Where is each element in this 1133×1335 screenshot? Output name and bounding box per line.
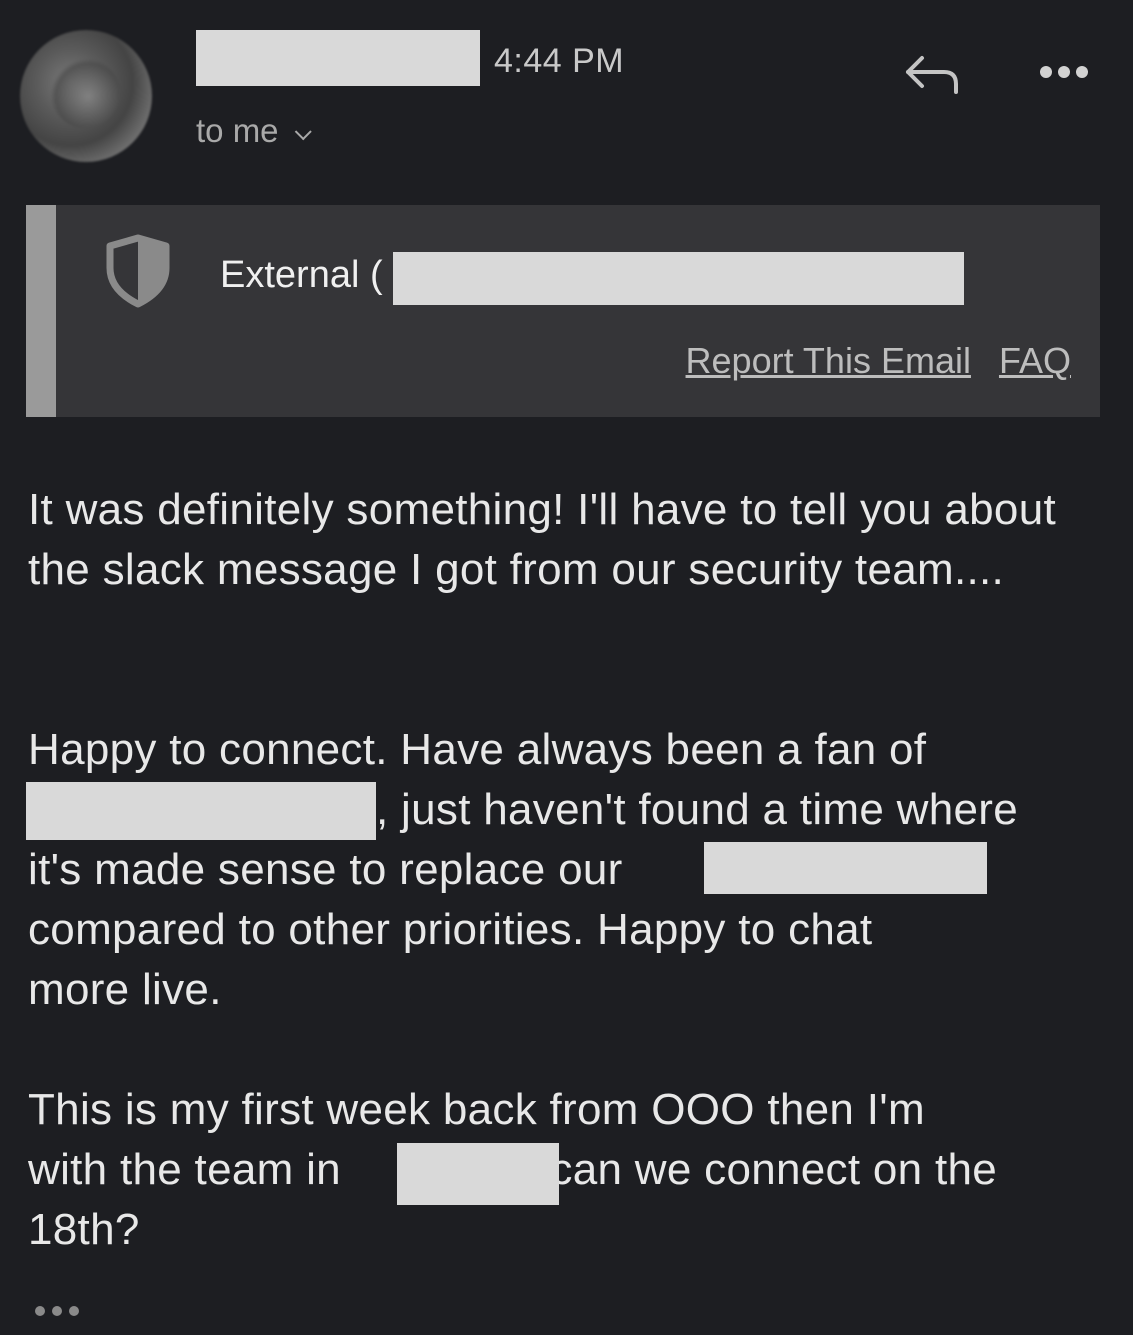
redacted-company-name: [26, 782, 376, 840]
more-dots-icon: [1040, 66, 1088, 78]
p3-line-1: This is my first week back from OOO then…: [28, 1085, 925, 1134]
report-email-link[interactable]: Report This Email: [686, 340, 971, 381]
shield-icon: [104, 234, 172, 308]
redacted-product-name: [704, 842, 987, 894]
p2-line-1: Happy to connect. Have always been a fan…: [28, 725, 927, 774]
message-time: 4:44 PM: [494, 42, 625, 80]
ellipsis-icon: [35, 1306, 79, 1316]
external-label: External (: [220, 254, 383, 296]
recipient-toggle[interactable]: to me: [196, 112, 312, 150]
external-warning-banner: [26, 205, 1100, 417]
chevron-down-icon: [294, 123, 312, 141]
more-options-button[interactable]: [1036, 60, 1092, 84]
banner-links: Report This Email FAQ: [686, 340, 1071, 382]
message-paragraph-1: It was definitely something! I'll have t…: [28, 485, 1056, 594]
reply-icon: [906, 56, 958, 94]
p3-line-3: 18th?: [28, 1205, 140, 1254]
p3-line-2b: - can we connect on the: [522, 1145, 998, 1194]
banner-accent-bar: [26, 205, 56, 417]
p2-line-4: compared to other priorities. Happy to c…: [28, 905, 873, 954]
sender-avatar[interactable]: [20, 30, 152, 162]
redacted-sender-name: [196, 30, 480, 86]
p2-line-5: more live.: [28, 965, 222, 1014]
p2-line-2-text: , just haven't found a time where: [376, 785, 1018, 834]
redacted-location: [397, 1143, 559, 1205]
p3-line-2a: with the team in: [28, 1145, 341, 1194]
message-paragraph-3: This is my first week back from OOO then…: [28, 1080, 1118, 1260]
faq-link[interactable]: FAQ: [999, 340, 1071, 381]
reply-button[interactable]: [900, 50, 964, 100]
redacted-external-detail: [393, 252, 964, 305]
p3-line-2: with the team in - can we connect on the: [28, 1140, 1118, 1200]
recipient-label: to me: [196, 112, 279, 149]
show-trimmed-content-button[interactable]: [32, 1302, 82, 1320]
